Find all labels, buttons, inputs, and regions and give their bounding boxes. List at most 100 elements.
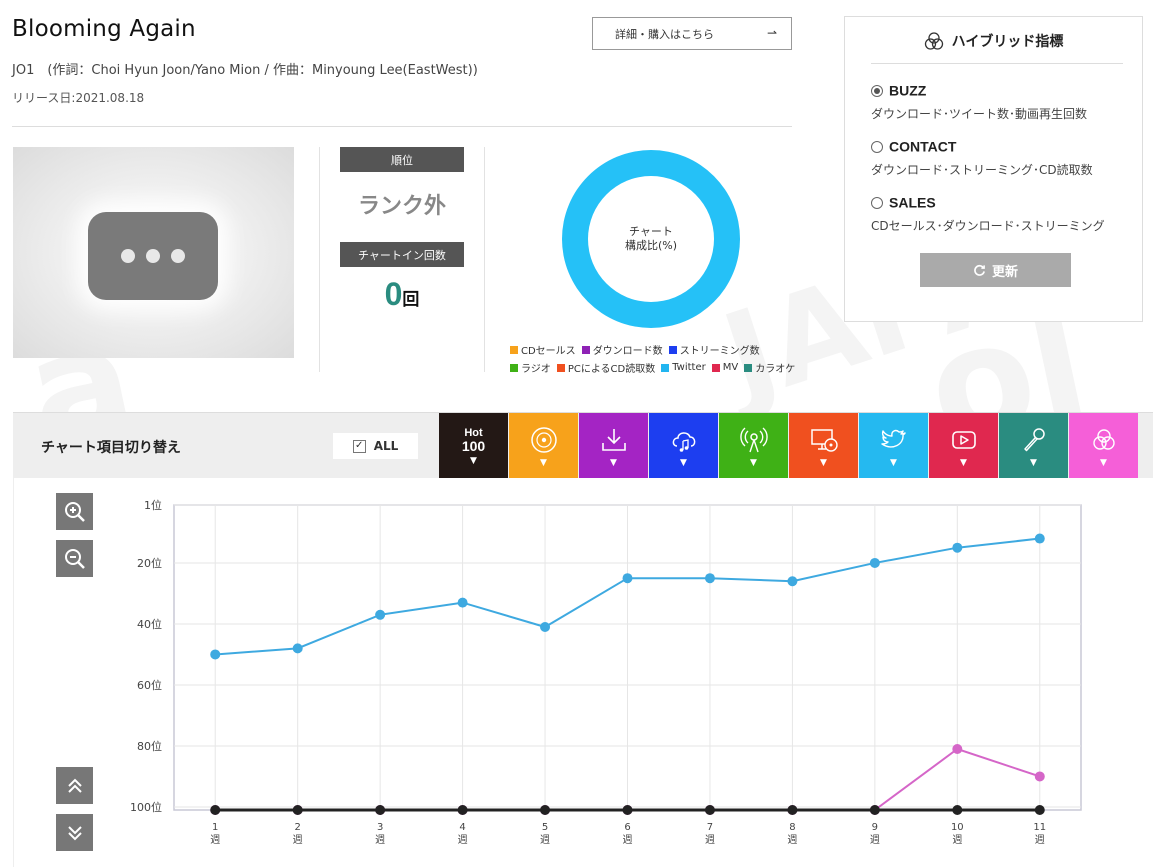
divider: [319, 147, 320, 372]
chevron-down-icon: ▼: [540, 458, 547, 468]
hybrid-option-sales[interactable]: SALES CDセールス･ダウンロード･ストリーミング: [871, 192, 1105, 234]
legend-label: ストリーミング数: [679, 346, 760, 357]
x-tick-unit: 週: [210, 834, 220, 846]
streaming-icon: [672, 432, 695, 452]
twitter-icon: [880, 429, 906, 448]
donut-center-line2: 構成比(%): [624, 239, 678, 252]
legend-swatch: [510, 345, 518, 354]
checkbox-checked-icon[interactable]: ✓: [352, 439, 366, 453]
radio-icon[interactable]: [871, 196, 883, 209]
chartin-count-number: 0: [384, 276, 403, 312]
chevron-down-icon: ▼: [610, 458, 617, 468]
legend-label: ダウンロード数: [592, 346, 663, 357]
y-tick-label: 80位: [137, 739, 162, 753]
hybrid-title: ハイブリッド指標: [951, 33, 1064, 50]
series-point: [540, 805, 551, 815]
x-tick-unit: 週: [375, 834, 385, 846]
series-point: [869, 805, 880, 815]
series-point: [787, 805, 798, 815]
legend-item: カラオケ: [744, 360, 795, 375]
series-point: [1034, 805, 1045, 815]
chevron-down-icon: ▼: [890, 458, 897, 468]
hot100-line2: 100: [461, 438, 486, 454]
series-point: [210, 805, 221, 815]
series-point: [622, 805, 633, 815]
legend-item: ストリーミング数: [668, 342, 760, 357]
tab-mv[interactable]: ▼: [929, 413, 998, 479]
legend-swatch: [668, 345, 677, 354]
rank-value: ランク外: [357, 194, 446, 219]
cd-icon: [530, 427, 557, 453]
radio-icon: [739, 427, 768, 453]
legend-item: Twitter: [661, 360, 706, 375]
hybrid-icon: [1092, 429, 1115, 450]
series-point: [622, 573, 633, 584]
series-point: [1034, 533, 1045, 544]
chartin-count: 0回: [340, 276, 464, 313]
all-label: ALL: [373, 439, 399, 453]
series-point: [952, 744, 963, 754]
legend-swatch: [581, 345, 590, 354]
x-tick-unit: 週: [952, 834, 962, 846]
tab-twitter[interactable]: ▼: [859, 413, 928, 479]
chart-item-switch-bar: チャート項目切り替え ✓ ALL Hot 100 ▼ ▼ ▼ ▼ ▼ ▼ ▼ ▼: [13, 412, 1153, 479]
series-point: [375, 805, 386, 815]
x-tick-label: 2: [294, 822, 300, 833]
legend-label: カラオケ: [755, 364, 796, 375]
hybrid-venn-icon: [924, 31, 943, 50]
hybrid-divider: [871, 63, 1123, 64]
legend-label: CDセールス: [521, 346, 576, 357]
chevron-down-icon: ▼: [680, 458, 687, 468]
x-tick-label: 11: [1033, 822, 1046, 833]
tab-pc-cd-read[interactable]: ▼: [789, 413, 858, 479]
series-point: [292, 643, 303, 654]
song-title: Blooming Again: [12, 16, 196, 42]
radio-icon[interactable]: [871, 140, 883, 153]
x-tick-label: 6: [624, 822, 630, 833]
chevron-down-icon: ▼: [750, 458, 757, 468]
hybrid-option-buzz[interactable]: BUZZ ダウンロード･ツイート数･動画再生回数: [871, 80, 1087, 122]
y-tick-label: 100位: [130, 800, 162, 814]
donut-legend-row1: CDセールス ダウンロード数 ストリーミング数: [510, 342, 760, 357]
tab-download[interactable]: ▼: [579, 413, 648, 479]
legend-item: ラジオ: [510, 360, 551, 375]
arrow-right-icon: ⇀: [766, 26, 777, 40]
tab-radio[interactable]: ▼: [719, 413, 788, 479]
x-tick-label: 7: [707, 822, 713, 833]
release-date: リリース日:2021.08.18: [12, 91, 145, 105]
legend-swatch: [510, 363, 518, 372]
all-toggle-button[interactable]: ✓ ALL: [333, 433, 418, 459]
tab-hybrid[interactable]: ▼: [1069, 413, 1138, 479]
legend-item: CDセールス: [510, 342, 576, 357]
header-divider: [12, 126, 792, 127]
option-desc: ダウンロード･ツイート数･動画再生回数: [871, 107, 1088, 121]
chartin-label: チャートイン回数: [340, 242, 464, 267]
composition-donut-chart: チャート 構成比(%): [562, 150, 740, 328]
x-tick-unit: 週: [293, 834, 303, 846]
mv-icon: [951, 431, 976, 449]
x-tick-unit: 週: [870, 834, 880, 846]
series-point: [292, 805, 303, 815]
chevron-down-icon: ▼: [1030, 458, 1037, 468]
legend-swatch: [744, 363, 753, 372]
detail-purchase-label: 詳細・購入はこちら: [615, 27, 714, 41]
y-tick-label: 40位: [137, 617, 162, 631]
x-tick-unit: 週: [458, 834, 468, 846]
hot100-icon: Hot 100: [462, 427, 485, 453]
series-point: [457, 597, 468, 608]
rank-chart-area: 1位 20位 40位 60位 80位 100位 1 週 2 週 3 週 4 週 5 週 6 週 7 週 8 週 9 週 10 週 1…: [13, 478, 1153, 867]
series-point: [375, 609, 386, 620]
donut-center-line1: チャート: [629, 225, 673, 238]
radio-selected-icon[interactable]: [871, 84, 883, 97]
refresh-icon: [974, 264, 985, 276]
detail-purchase-button[interactable]: 詳細・購入はこちら ⇀: [592, 17, 792, 50]
refresh-button[interactable]: 更新: [920, 253, 1071, 287]
tab-karaoke[interactable]: ▼: [999, 413, 1068, 479]
hybrid-option-contact[interactable]: CONTACT ダウンロード･ストリーミング･CD読取数: [871, 136, 1093, 178]
x-tick-unit: 週: [787, 834, 797, 846]
tab-cd-sales[interactable]: ▼: [509, 413, 578, 479]
tab-streaming[interactable]: ▼: [649, 413, 718, 479]
divider: [484, 147, 485, 372]
legend-swatch: [661, 363, 670, 372]
tab-hot100[interactable]: Hot 100 ▼: [439, 413, 508, 479]
